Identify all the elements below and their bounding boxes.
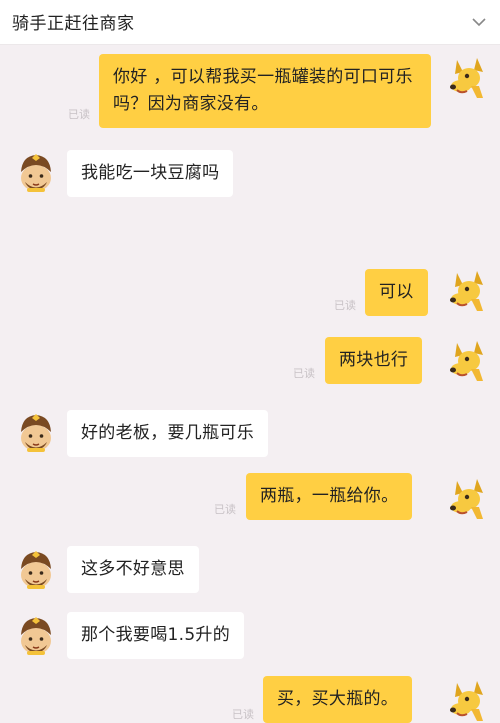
- outgoing-message-bubble[interactable]: 可以: [365, 269, 428, 316]
- outgoing-message-bubble[interactable]: 你好 ，可以帮我买一瓶罐装的可口可乐吗？因为商家没有。: [99, 54, 431, 128]
- read-status: 已读: [232, 708, 254, 721]
- read-status: 已读: [68, 108, 90, 121]
- rider-icon[interactable]: [14, 545, 58, 589]
- outgoing-message-bubble[interactable]: 两瓶，一瓶给你。: [246, 473, 413, 520]
- rider-icon[interactable]: [14, 148, 58, 192]
- rider-icon[interactable]: [14, 408, 58, 452]
- incoming-message-bubble[interactable]: 好的老板，要几瓶可乐: [67, 410, 268, 457]
- outgoing-message-bubble[interactable]: 买，买大瓶的。: [263, 676, 413, 723]
- outgoing-message-bubble[interactable]: 两块也行: [325, 337, 423, 384]
- read-status: 已读: [214, 503, 236, 516]
- dog-icon[interactable]: [447, 56, 491, 100]
- read-status: 已读: [293, 367, 315, 380]
- dog-icon[interactable]: [447, 269, 491, 313]
- incoming-message-bubble[interactable]: 这多不好意思: [67, 546, 199, 593]
- chevron-down-icon[interactable]: [470, 13, 488, 31]
- incoming-message-bubble[interactable]: 那个我要喝1.5升的: [67, 612, 245, 659]
- chat-header: 骑手正赶往商家: [0, 0, 500, 45]
- dog-icon[interactable]: [447, 477, 491, 521]
- incoming-message-bubble[interactable]: 我能吃一块豆腐吗: [67, 150, 234, 197]
- read-status: 已读: [334, 299, 356, 312]
- rider-icon[interactable]: [14, 611, 58, 655]
- dog-icon[interactable]: [447, 679, 491, 723]
- dog-icon[interactable]: [447, 339, 491, 383]
- chat-title: 骑手正赶往商家: [12, 14, 135, 34]
